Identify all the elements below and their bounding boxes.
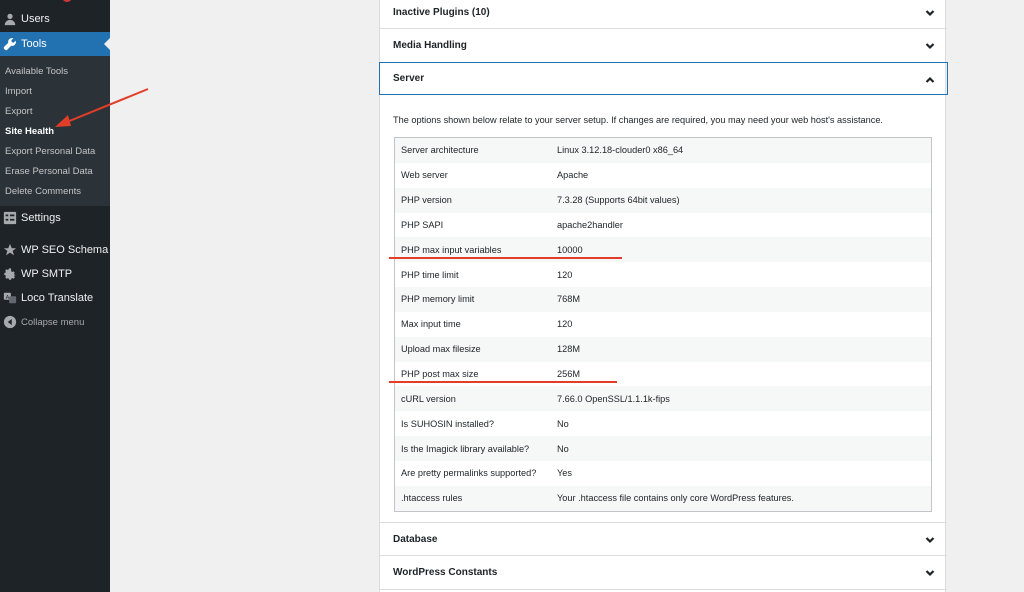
- info-value: 7.66.0 OpenSSL/1.1.1k-fips: [557, 393, 670, 404]
- info-value: Linux 3.12.18-clouder0 x86_64: [557, 145, 684, 156]
- info-value: No: [557, 418, 569, 429]
- table-row: Is SUHOSIN installed? No: [395, 411, 931, 436]
- info-value: Your .htaccess file contains only core W…: [557, 493, 794, 504]
- menu-item-tools[interactable]: Tools: [0, 32, 110, 56]
- submenu-item-erase-personal-data[interactable]: Erase Personal Data: [5, 166, 93, 177]
- info-value: Yes: [557, 468, 572, 479]
- settings-icon: [0, 211, 20, 225]
- info-value: 120: [557, 319, 573, 330]
- collapse-menu-label: Collapse menu: [21, 316, 85, 328]
- submenu-item-available-tools[interactable]: Available Tools: [5, 66, 68, 77]
- annotation-arrow: [55, 88, 149, 127]
- accordion-wordpress-constants[interactable]: WordPress Constants: [380, 556, 947, 590]
- translate-icon: A: [0, 291, 20, 305]
- chevron-down-icon: [925, 8, 935, 18]
- chevron-down-icon: [925, 568, 935, 578]
- info-key: cURL version: [401, 393, 456, 404]
- table-row: PHP memory limit 768M: [395, 287, 931, 312]
- info-key: Upload max filesize: [401, 344, 481, 355]
- info-value: 128M: [557, 344, 580, 355]
- info-key: Web server: [401, 170, 448, 181]
- info-value: 768M: [557, 294, 580, 305]
- collapse-menu-button[interactable]: Collapse menu: [0, 310, 110, 334]
- info-value: No: [557, 443, 569, 454]
- info-key: Are pretty permalinks supported?: [401, 468, 537, 479]
- menu-item-label: Loco Translate: [21, 292, 94, 304]
- accordion-database[interactable]: Database: [380, 522, 947, 556]
- annotation-underline-post-max-size: [389, 381, 617, 383]
- gear-icon: [0, 267, 20, 281]
- menu-item-label: Settings: [21, 212, 61, 224]
- table-row: Upload max filesize 128M: [395, 336, 931, 362]
- submenu-item-export[interactable]: Export: [5, 106, 32, 117]
- info-value: apache2handler: [557, 219, 623, 230]
- info-key: PHP memory limit: [401, 294, 475, 305]
- table-row: Are pretty permalinks supported? Yes: [395, 461, 931, 486]
- wrench-icon: [0, 37, 20, 51]
- users-icon: [0, 12, 20, 26]
- info-value: 7.3.28 (Supports 64bit values): [557, 195, 680, 206]
- accordion-inactive-plugins[interactable]: Inactive Plugins (10): [380, 0, 947, 29]
- accordion-server[interactable]: Server: [379, 62, 948, 95]
- submenu-item-site-health[interactable]: Site Health: [5, 126, 54, 137]
- menu-item-loco-translate[interactable]: A Loco Translate: [0, 286, 110, 310]
- server-info-table: Server architecture Linux 3.12.18-clouder…: [394, 137, 932, 512]
- chevron-down-icon: [925, 41, 935, 51]
- info-key: .htaccess rules: [401, 493, 463, 504]
- info-value: 10000: [557, 244, 583, 255]
- info-key: PHP version: [401, 195, 452, 206]
- menu-item-label: WP SMTP: [21, 268, 73, 280]
- accordion-title: Database: [393, 533, 438, 545]
- info-key: Is SUHOSIN installed?: [401, 418, 494, 429]
- info-key: Server architecture: [401, 145, 479, 156]
- table-row: PHP SAPI apache2handler: [395, 213, 931, 238]
- info-value: 256M: [557, 369, 580, 380]
- info-key: Max input time: [401, 319, 461, 330]
- table-row: PHP version 7.3.28 (Supports 64bit values…: [395, 187, 931, 213]
- site-health-info-panel: Inactive Plugins (10) Media Handling Ser…: [379, 0, 948, 592]
- info-value: Apache: [557, 170, 589, 181]
- accordion-title: Inactive Plugins (10): [393, 6, 490, 18]
- menu-item-users[interactable]: Users: [0, 7, 110, 31]
- info-key: PHP max input variables: [401, 244, 502, 255]
- info-value: 120: [557, 269, 573, 280]
- info-key: PHP post max size: [401, 369, 479, 380]
- submenu-item-export-personal-data[interactable]: Export Personal Data: [5, 146, 95, 157]
- info-key: PHP SAPI: [401, 219, 444, 230]
- accordion-title: WordPress Constants: [393, 567, 498, 578]
- menu-item-label: WP SEO Schema: [21, 244, 109, 256]
- menu-item-settings[interactable]: Settings: [0, 206, 110, 230]
- table-row: cURL version 7.66.0 OpenSSL/1.1.1k-fips: [395, 386, 931, 412]
- table-row: Max input time 120: [395, 312, 931, 337]
- accordion-media-handling[interactable]: Media Handling: [380, 29, 947, 63]
- chevron-down-icon: [925, 535, 935, 545]
- collapse-icon: [0, 315, 20, 329]
- server-description: The options shown below relate to your s…: [393, 115, 883, 125]
- submenu-item-import[interactable]: Import: [5, 86, 32, 97]
- info-key: PHP time limit: [401, 269, 459, 280]
- annotation-underline-max-input-vars: [389, 257, 622, 259]
- schema-icon: [0, 243, 20, 257]
- menu-item-wp-seo-schema[interactable]: WP SEO Schema: [0, 238, 110, 262]
- info-key: Is the Imagick library available?: [401, 443, 530, 454]
- accordion-title: Media Handling: [393, 40, 467, 51]
- table-row: Server architecture Linux 3.12.18-clouder…: [395, 138, 931, 163]
- table-row: Web server Apache: [395, 163, 931, 188]
- notification-badge: [62, 0, 72, 2]
- table-row: .htaccess rules Your .htaccess file conta…: [395, 485, 931, 511]
- accordion-title: Server: [393, 73, 425, 84]
- table-row: PHP time limit 120: [395, 262, 931, 287]
- table-row: Is the Imagick library available? No: [395, 436, 931, 461]
- menu-item-label: Tools: [21, 38, 47, 50]
- menu-item-label: Users: [21, 13, 50, 25]
- chevron-up-icon: [925, 75, 935, 85]
- submenu-item-delete-comments[interactable]: Delete Comments: [5, 186, 81, 197]
- svg-text:A: A: [6, 295, 10, 301]
- menu-item-wp-smtp[interactable]: WP SMTP: [0, 262, 110, 286]
